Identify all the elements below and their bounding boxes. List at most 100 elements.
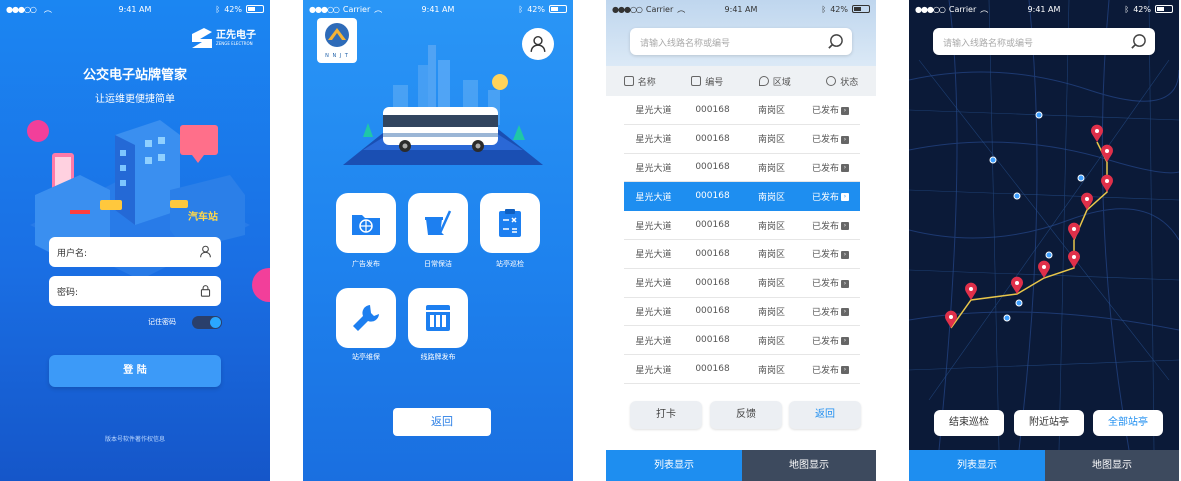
status-text: 已发布 — [811, 365, 839, 376]
nearby-shelters-button[interactable]: 附近站亭 — [1014, 410, 1084, 436]
tab-list-view[interactable]: 列表显示 — [606, 450, 742, 481]
chevron-right-icon[interactable]: › — [841, 366, 849, 375]
cell-status: 已发布 › — [801, 305, 860, 318]
search-icon[interactable] — [1130, 33, 1147, 50]
tagline: 让运维更便捷简单 — [95, 94, 175, 105]
version-info: 版本号软件著作权信息 — [104, 436, 165, 443]
cell-status: 已发布 › — [801, 190, 860, 203]
search-icon[interactable] — [827, 33, 844, 50]
chevron-right-icon[interactable]: › — [841, 106, 849, 115]
route-map[interactable] — [909, 0, 1179, 450]
tile-shelter-maintenance[interactable] — [336, 288, 396, 348]
table-row[interactable]: 星光大道 000168 南岗区 已发布 › — [624, 125, 860, 154]
brand-mark-icon — [192, 28, 212, 48]
station-dot — [1077, 174, 1085, 182]
table-row[interactable]: 星光大道 000168 南岗区 已发布 › — [624, 211, 860, 240]
col-area[interactable]: 区域 — [741, 66, 809, 96]
all-shelters-button[interactable]: 全部站亭 — [1093, 410, 1163, 436]
col-status[interactable]: 状态 — [809, 66, 877, 96]
map-pin-center — [1085, 197, 1089, 201]
username-label: 用户名: — [57, 249, 88, 259]
tab-map-view[interactable]: 地图显示 — [1045, 450, 1179, 481]
bus-stop-board-icon — [426, 305, 450, 331]
carrier: Carrier — [342, 4, 371, 14]
col-area-label: 区域 — [772, 77, 791, 88]
table-row[interactable]: 星光大道 000168 南岗区 已发布 › — [624, 298, 860, 327]
tile-ad-publish-label: 广告发布 — [352, 260, 380, 268]
chevron-right-icon[interactable]: › — [841, 250, 849, 259]
wifi-icon: ︵ — [980, 4, 989, 14]
cell-name: 星光大道 — [635, 307, 672, 318]
bluetooth-icon: ᛒ — [821, 4, 827, 14]
col-name[interactable]: 名称 — [606, 66, 674, 96]
chevron-right-icon[interactable]: › — [841, 222, 849, 231]
battery-icon — [1155, 5, 1173, 13]
cell-area: 南岗区 — [757, 279, 785, 290]
tile-daily-cleaning[interactable] — [408, 193, 468, 253]
col-code-label: 编号 — [705, 77, 724, 88]
tile-ad-publish[interactable] — [336, 193, 396, 253]
map-pin-center — [1072, 227, 1076, 231]
tile-shelter-inspection[interactable] — [480, 193, 540, 253]
remember-password-label: 记住密码 — [148, 318, 176, 326]
chevron-right-icon[interactable]: › — [841, 135, 849, 144]
brand-name: 正先电子 — [216, 30, 256, 41]
home-screen: ●●●○○ Carrier ︵ 9:41 AM ᛒ 42% N N J T 广告发布 … — [303, 0, 573, 481]
chevron-right-icon[interactable]: › — [841, 308, 849, 317]
route-search-input[interactable]: 请输入线路名称或编号 — [933, 28, 1155, 55]
back-button[interactable]: 返回 — [789, 401, 861, 429]
status-bar: ●●●○○ ︵ 9:41 AM ᛒ 42% — [0, 0, 270, 18]
table-row[interactable]: 星光大道 000168 南岗区 已发布 › — [624, 269, 860, 298]
tile-route-board-publish[interactable] — [408, 288, 468, 348]
table-row[interactable]: 星光大道 000168 南岗区 已发布 › — [624, 240, 860, 269]
cell-name: 星光大道 — [635, 365, 672, 376]
list-screen: ●●●○○ Carrier ︵ 9:41 AM ᛒ 42% 请输入线路名称或编号 名称… — [606, 0, 876, 481]
map-pin-center — [1105, 179, 1109, 183]
table-row[interactable]: 星光大道 000168 南岗区 已发布 › — [624, 96, 860, 125]
password-field[interactable]: 密码: — [49, 276, 221, 306]
station-dot — [1003, 314, 1011, 322]
status-text: 已发布 — [811, 221, 839, 232]
col-code[interactable]: 编号 — [674, 66, 742, 96]
map-pin-center — [969, 287, 973, 291]
login-screen: ●●●○○ ︵ 9:41 AM ᛒ 42% 正先电子 ZENGE ELECTRON … — [0, 0, 270, 481]
cell-area: 南岗区 — [757, 192, 785, 203]
clock: 9:41 AM — [118, 4, 152, 14]
cell-code: 000168 — [695, 162, 730, 173]
toggle-knob — [210, 317, 221, 328]
cell-area: 南岗区 — [757, 365, 785, 376]
tile-route-board-publish-label: 线路牌发布 — [420, 353, 456, 361]
back-button[interactable]: 返回 — [393, 408, 491, 436]
cell-status: 已发布 › — [801, 334, 860, 347]
status-text: 已发布 — [811, 279, 839, 290]
table-row[interactable]: 星光大道 000168 南岗区 已发布 › — [624, 355, 860, 384]
end-inspection-button[interactable]: 结束巡检 — [934, 410, 1004, 436]
status-text: 已发布 — [811, 250, 839, 261]
remember-password-toggle[interactable] — [192, 316, 222, 329]
clock: 9:41 AM — [724, 4, 758, 14]
bluetooth-icon: ᛒ — [1124, 4, 1130, 14]
cell-area: 南岗区 — [757, 250, 785, 261]
table-row[interactable]: 星光大道 000168 南岗区 已发布 › — [624, 182, 860, 212]
cleaning-bucket-icon — [425, 210, 452, 235]
app-title: 公交电子站牌管家 — [82, 68, 187, 83]
cell-name: 星光大道 — [635, 336, 672, 347]
tile-shelter-inspection-label: 站亭巡检 — [496, 260, 524, 268]
check-in-button[interactable]: 打卡 — [630, 401, 702, 429]
table-row[interactable]: 星光大道 000168 南岗区 已发布 › — [624, 326, 860, 356]
chevron-right-icon[interactable]: › — [841, 164, 849, 173]
chevron-right-icon[interactable]: › — [841, 337, 849, 346]
chevron-right-icon[interactable]: › — [841, 279, 849, 288]
table-row[interactable]: 星光大道 000168 南岗区 已发布 › — [624, 154, 860, 183]
login-button[interactable]: 登 陆 — [49, 355, 221, 387]
chevron-right-icon[interactable]: › — [841, 193, 849, 202]
signal-icon: ●●●○○ — [309, 4, 340, 14]
feedback-button[interactable]: 反馈 — [710, 401, 782, 429]
signal-icon: ●●●○○ — [915, 4, 946, 14]
battery-icon — [852, 5, 870, 13]
map-pin-center — [1095, 129, 1099, 133]
username-field[interactable]: 用户名: — [49, 237, 221, 267]
route-search-input[interactable]: 请输入线路名称或编号 — [630, 28, 852, 55]
tab-map-view[interactable]: 地图显示 — [742, 450, 876, 481]
tab-list-view[interactable]: 列表显示 — [909, 450, 1045, 481]
